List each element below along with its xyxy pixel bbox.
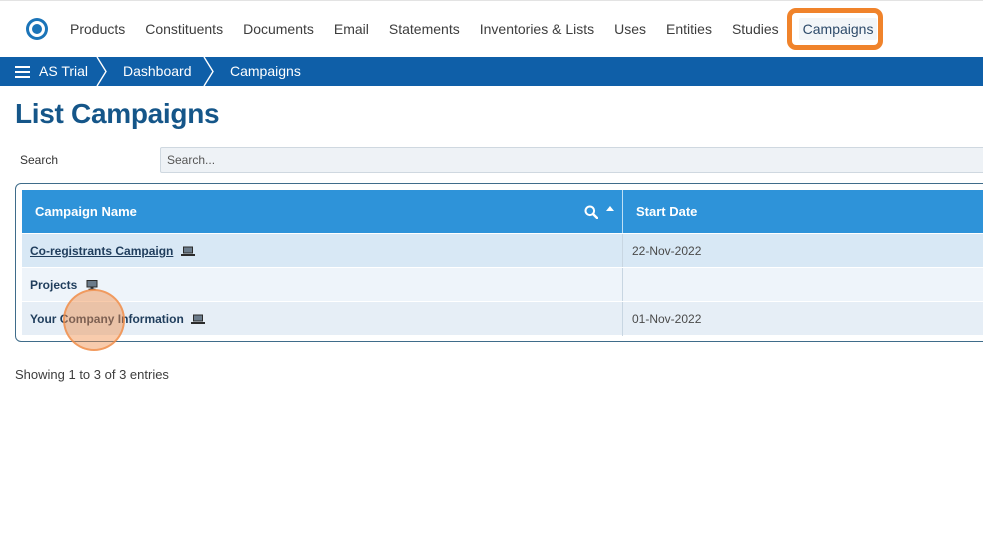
laptop-icon bbox=[180, 246, 195, 256]
sort-ascending-icon[interactable] bbox=[606, 206, 614, 211]
app-logo-icon[interactable] bbox=[25, 17, 49, 41]
monitor-icon bbox=[86, 279, 98, 290]
campaign-name-cell: Projects bbox=[22, 268, 622, 302]
table-row: Your Company Information 01-Nov-2022 bbox=[22, 301, 983, 336]
breadcrumb-home[interactable]: AS Trial bbox=[15, 57, 88, 86]
nav-item-entities[interactable]: Entities bbox=[656, 1, 722, 58]
nav-item-uses[interactable]: Uses bbox=[604, 1, 656, 58]
campaign-name-cell: Your Company Information bbox=[22, 302, 622, 336]
nav-item-documents[interactable]: Documents bbox=[233, 1, 324, 58]
campaign-name-cell: Co-registrants Campaign bbox=[22, 234, 622, 268]
table-row: Projects bbox=[22, 267, 983, 302]
column-search-icon[interactable] bbox=[584, 205, 598, 219]
start-date-cell bbox=[623, 268, 983, 302]
campaigns-table: Campaign Name Start Date Co-registrants … bbox=[15, 183, 983, 342]
start-date-cell: 01-Nov-2022 bbox=[632, 312, 702, 326]
column-header-start-date[interactable]: Start Date bbox=[623, 190, 983, 233]
table-header: Campaign Name Start Date bbox=[22, 190, 983, 233]
nav-item-statements[interactable]: Statements bbox=[379, 1, 470, 58]
column-header-campaign-name[interactable]: Campaign Name bbox=[22, 190, 622, 233]
breadcrumb-item-campaigns: Campaigns bbox=[230, 63, 301, 79]
hamburger-menu-icon[interactable] bbox=[15, 65, 30, 78]
search-input[interactable] bbox=[160, 147, 983, 173]
nav-item-inventories-lists[interactable]: Inventories & Lists bbox=[470, 1, 604, 58]
nav-item-email[interactable]: Email bbox=[324, 1, 379, 58]
page-title: List Campaigns bbox=[15, 98, 220, 129]
table-row: Co-registrants Campaign 22-Nov-2022 bbox=[22, 233, 983, 268]
campaign-link[interactable]: Your Company Information bbox=[30, 312, 184, 326]
breadcrumb-item-dashboard[interactable]: Dashboard bbox=[123, 57, 192, 86]
search-label: Search bbox=[20, 153, 59, 167]
table-entries-info: Showing 1 to 3 of 3 entries bbox=[15, 367, 169, 382]
nav-item-studies[interactable]: Studies bbox=[722, 1, 789, 58]
laptop-icon bbox=[191, 314, 206, 324]
nav-item-campaigns[interactable]: Campaigns bbox=[786, 1, 888, 58]
nav-item-campaigns-label: Campaigns bbox=[798, 18, 878, 40]
column-controls bbox=[584, 190, 614, 233]
breadcrumb-item-trial[interactable]: AS Trial bbox=[39, 57, 88, 86]
nav-item-products[interactable]: Products bbox=[60, 1, 135, 58]
nav-item-constituents[interactable]: Constituents bbox=[135, 1, 233, 58]
main-nav: Products Constituents Documents Email St… bbox=[60, 1, 887, 58]
breadcrumb-separator-icon bbox=[203, 57, 214, 86]
breadcrumb-separator-icon bbox=[96, 57, 107, 86]
start-date-cell: 22-Nov-2022 bbox=[632, 244, 702, 258]
campaign-link[interactable]: Projects bbox=[30, 278, 77, 292]
breadcrumb: AS Trial Dashboard Campaigns bbox=[0, 57, 983, 86]
campaign-link[interactable]: Co-registrants Campaign bbox=[30, 244, 173, 258]
top-navigation: Products Constituents Documents Email St… bbox=[0, 0, 983, 57]
